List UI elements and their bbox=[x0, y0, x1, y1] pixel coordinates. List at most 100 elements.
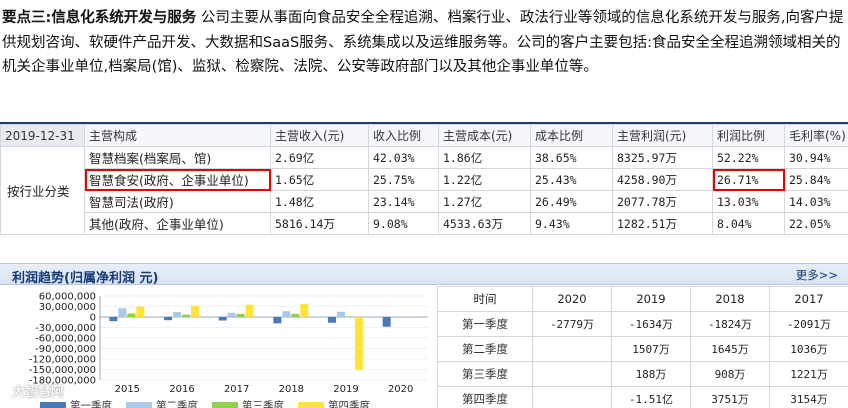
legend-item-q3[interactable]: 第三季度 bbox=[212, 398, 284, 408]
quarter-value: -1634万 bbox=[611, 311, 691, 337]
table-row: 智慧司法(政府) 1.48亿 23.14% 1.27亿 26.49% 2077.… bbox=[1, 190, 848, 213]
table-row: 其他(政府、企事业单位) 5816.14万 9.08% 4533.63万 9.4… bbox=[1, 212, 848, 235]
bar-q3 bbox=[127, 313, 136, 317]
quarter-value: 908万 bbox=[690, 361, 770, 387]
intro-lead: 要点三: bbox=[2, 10, 52, 26]
quarter-value: 1507万 bbox=[611, 336, 691, 362]
header-cost-ratio: 成本比例 bbox=[530, 124, 613, 147]
bar-q4 bbox=[245, 304, 254, 317]
header-profit-ratio: 利润比例 bbox=[712, 124, 785, 147]
business-composition-table: 2019-12-31 主营构成 主营收入(元) 收入比例 主营成本(元) 成本比… bbox=[0, 124, 848, 235]
bar-q4 bbox=[300, 303, 309, 317]
row-profit: 8325.97万 bbox=[612, 146, 713, 169]
bar-q2 bbox=[118, 308, 127, 317]
bar-q2 bbox=[227, 312, 236, 317]
row-revenue-ratio: 23.14% bbox=[368, 190, 439, 213]
quarter-value: -2779万 bbox=[532, 311, 612, 337]
quarter-value: 3751万 bbox=[690, 386, 770, 408]
x-tick-label: 2020 bbox=[388, 384, 413, 395]
profit-trend-chart: 60,000,000 30,000,000 0 -30,000,000 -60,000,… bbox=[0, 286, 440, 408]
quarter-value bbox=[532, 386, 612, 408]
bar-q2 bbox=[337, 311, 345, 317]
table-header-row: 2019-12-31 主营构成 主营收入(元) 收入比例 主营成本(元) 成本比… bbox=[0, 124, 848, 147]
row-gross-margin: 22.05% bbox=[784, 212, 848, 235]
trend-header-year: 2018 bbox=[690, 286, 770, 312]
row-profit: 2077.78万 bbox=[612, 190, 713, 213]
bar-q4 bbox=[191, 305, 199, 317]
legend-item-q1[interactable]: 第一季度 bbox=[40, 398, 112, 408]
row-name: 其他(政府、企事业单位) bbox=[84, 212, 271, 235]
intro-lead-title: 信息化系统开发与服务 bbox=[51, 10, 197, 26]
table-row: 智慧食安(政府、企事业单位) 1.65亿 25.75% 1.22亿 25.43%… bbox=[1, 168, 848, 191]
header-cost: 主营成本(元) bbox=[438, 124, 531, 147]
trend-row: 第二季度 1507万 1645万 1036万 bbox=[437, 336, 848, 362]
row-cost: 1.27亿 bbox=[438, 190, 531, 213]
header-revenue-ratio: 收入比例 bbox=[368, 124, 439, 147]
y-tick-label: -90,000,000 bbox=[35, 344, 96, 355]
row-profit-ratio-highlighted: 26.71% bbox=[712, 168, 785, 191]
quarter-value: 1036万 bbox=[769, 336, 848, 362]
legend-item-q4[interactable]: 第四季度 bbox=[298, 398, 370, 408]
quarter-value: -2091万 bbox=[769, 311, 848, 337]
quarter-label: 第三季度 bbox=[437, 361, 533, 387]
profit-trend-header: 利润趋势(归属净利润 元) 更多>> bbox=[0, 263, 848, 286]
row-revenue: 1.48亿 bbox=[270, 190, 369, 213]
row-revenue-ratio: 42.03% bbox=[368, 146, 439, 169]
row-profit-ratio: 13.03% bbox=[712, 190, 785, 213]
trend-row: 第一季度 -2779万 -1634万 -1824万 -2091万 bbox=[437, 311, 848, 337]
legend-label-q1: 第一季度 bbox=[70, 400, 112, 408]
legend-label-q3: 第三季度 bbox=[242, 400, 284, 408]
header-composition: 主营构成 bbox=[84, 124, 271, 147]
bar-q3 bbox=[236, 313, 245, 317]
bar-q3 bbox=[182, 314, 190, 317]
header-revenue: 主营收入(元) bbox=[270, 124, 369, 147]
row-name-highlighted: 智慧食安(政府、企事业单位) bbox=[84, 168, 271, 191]
quarter-value: 1221万 bbox=[769, 361, 848, 387]
y-tick-label: -30,000,000 bbox=[35, 323, 96, 334]
bar-q1 bbox=[218, 317, 227, 321]
y-tick-label: -60,000,000 bbox=[35, 334, 96, 345]
x-tick-label: 2016 bbox=[169, 384, 194, 395]
row-profit-ratio: 52.22% bbox=[712, 146, 785, 169]
bar-q1 bbox=[164, 317, 172, 321]
report-date: 2019-12-31 bbox=[0, 124, 85, 147]
trend-header-time: 时间 bbox=[437, 286, 533, 312]
quarter-label: 第一季度 bbox=[437, 311, 533, 337]
category-label: 按行业分类 bbox=[0, 146, 85, 235]
row-cost-ratio: 38.65% bbox=[530, 146, 613, 169]
y-tick-label: -120,000,000 bbox=[29, 355, 96, 366]
row-revenue-ratio: 25.75% bbox=[368, 168, 439, 191]
bar-q1 bbox=[109, 317, 118, 322]
quarter-value bbox=[532, 361, 612, 387]
header-profit: 主营利润(元) bbox=[612, 124, 713, 147]
y-tick-label: 30,000,000 bbox=[39, 302, 96, 313]
row-revenue: 2.69亿 bbox=[270, 146, 369, 169]
profit-trend-title: 利润趋势(归属净利润 元) bbox=[12, 271, 159, 286]
legend-label-q2: 第二季度 bbox=[156, 400, 198, 408]
y-tick-label: -150,000,000 bbox=[29, 365, 96, 376]
x-tick-label: 2017 bbox=[224, 384, 249, 395]
trend-header-row: 时间 2020 2019 2018 2017 bbox=[437, 286, 848, 312]
bar-q3 bbox=[291, 313, 300, 317]
row-cost: 1.22亿 bbox=[438, 168, 531, 191]
trend-row: 第三季度 188万 908万 1221万 bbox=[437, 361, 848, 387]
row-cost: 4533.63万 bbox=[438, 212, 531, 235]
profit-bar-chart-svg: 60,000,00030,000,0000-30,000,000-60,000,… bbox=[29, 292, 428, 395]
x-tick-label: 2019 bbox=[333, 384, 358, 395]
legend-swatch-q2 bbox=[126, 401, 152, 408]
row-revenue-ratio: 9.08% bbox=[368, 212, 439, 235]
row-profit: 4258.90万 bbox=[612, 168, 713, 191]
row-gross-margin: 25.84% bbox=[784, 168, 848, 191]
bar-q4 bbox=[355, 317, 363, 370]
bar-q4 bbox=[136, 306, 145, 317]
legend-item-q2[interactable]: 第二季度 bbox=[126, 398, 198, 408]
trend-header-year: 2019 bbox=[611, 286, 691, 312]
legend-label-q4: 第四季度 bbox=[328, 400, 370, 408]
more-link[interactable]: 更多>> bbox=[796, 267, 838, 283]
quarter-value: -1.51亿 bbox=[611, 386, 691, 408]
legend-swatch-q3 bbox=[212, 401, 238, 408]
y-tick-label: 0 bbox=[90, 313, 96, 324]
row-cost-ratio: 26.49% bbox=[530, 190, 613, 213]
intro-paragraph: 要点三:信息化系统开发与服务 公司主要从事面向食品安全全程追溯、档案行业、政法行… bbox=[2, 6, 846, 80]
row-profit: 1282.51万 bbox=[612, 212, 713, 235]
